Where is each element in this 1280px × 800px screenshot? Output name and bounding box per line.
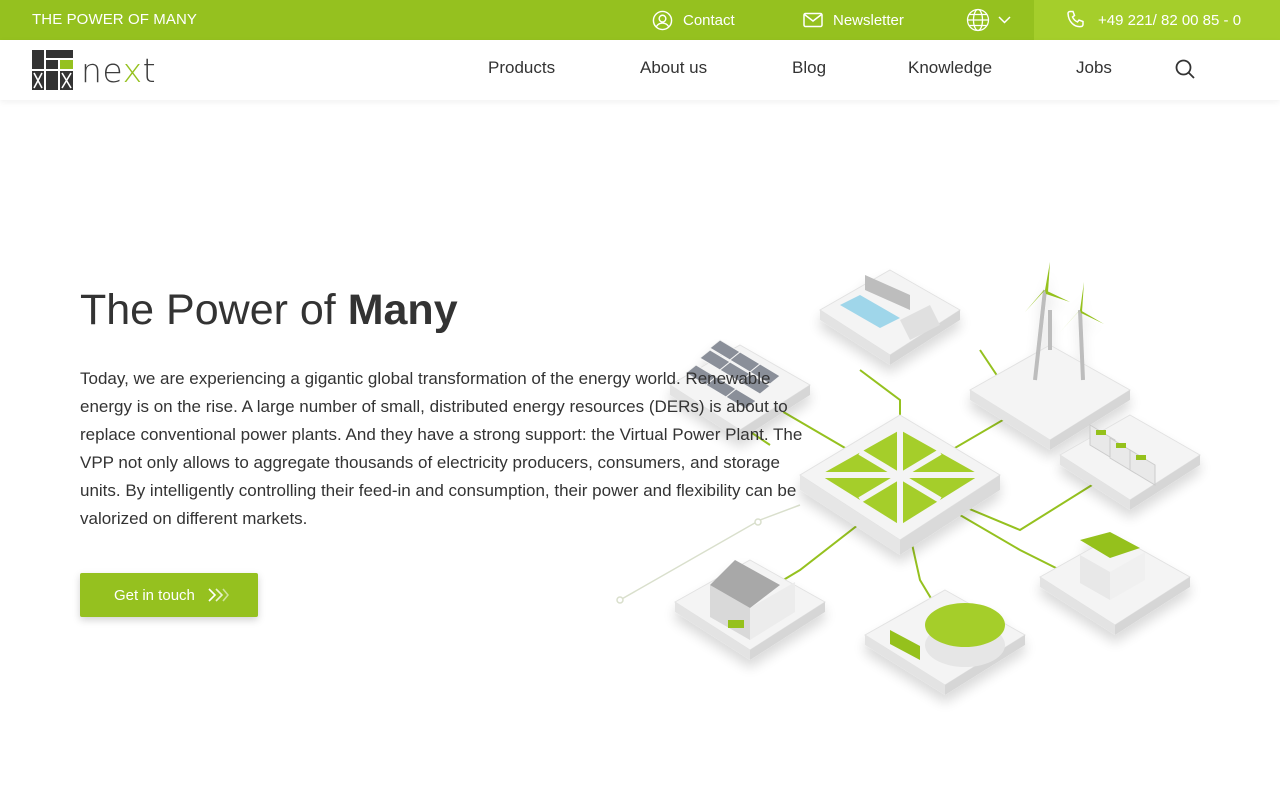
hero-title-bold: Many <box>347 286 458 334</box>
phone-number: +49 221/ 82 00 85 - 0 <box>1098 11 1242 29</box>
phone-link[interactable]: +49 221/ 82 00 85 - 0 <box>1034 0 1280 40</box>
globe-icon <box>966 8 990 32</box>
vpp-center-platform <box>799 414 1001 555</box>
factory <box>674 559 826 660</box>
language-selector[interactable] <box>966 0 1011 40</box>
newsletter-link[interactable]: Newsletter <box>803 0 904 40</box>
contact-label: Contact <box>683 11 735 29</box>
hero-title: The Power of Many <box>80 286 458 335</box>
top-bar: THE POWER OF MANY Contact Newsletter +49… <box>0 0 1280 40</box>
nav-knowledge[interactable]: Knowledge <box>908 58 992 78</box>
hero-title-light: The Power of <box>80 286 348 334</box>
logo[interactable]: next <box>32 50 156 90</box>
newsletter-label: Newsletter <box>833 11 904 29</box>
user-icon <box>652 10 673 30</box>
residential-building <box>1039 532 1191 635</box>
get-in-touch-button[interactable]: Get in touch <box>80 573 258 617</box>
phone-icon <box>1067 10 1084 28</box>
nav-jobs[interactable]: Jobs <box>1076 58 1112 78</box>
biogas-plant <box>864 589 1026 695</box>
nav-blog[interactable]: Blog <box>792 58 826 78</box>
nav-products[interactable]: Products <box>488 58 555 78</box>
search-button[interactable] <box>1174 58 1196 85</box>
search-icon <box>1175 59 1195 79</box>
double-chevron-right-icon <box>208 588 229 602</box>
chevron-down-icon <box>998 16 1011 24</box>
main-header: next Products About us Blog Knowledge Jo… <box>0 40 1280 100</box>
next-logo-mark <box>32 50 73 90</box>
cta-label: Get in touch <box>114 586 195 604</box>
tagline: THE POWER OF MANY <box>32 11 198 28</box>
hero-text: Today, we are experiencing a gigantic gl… <box>80 369 803 528</box>
logo-text: next <box>81 50 157 90</box>
contact-link[interactable]: Contact <box>652 0 735 40</box>
wind-park <box>969 262 1131 450</box>
mail-icon <box>803 12 823 28</box>
nav-about-us[interactable]: About us <box>640 58 707 78</box>
hydro-plant <box>819 269 961 365</box>
